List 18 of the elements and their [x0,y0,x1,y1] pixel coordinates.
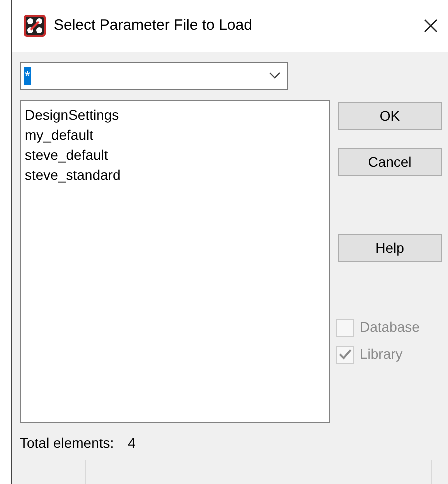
total-label: Total elements: [20,434,114,453]
filter-dropdown[interactable]: * [20,62,288,90]
total-value: 4 [128,434,136,453]
window-title: Select Parameter File to Load [54,16,252,36]
dialog-button[interactable]: Help [338,234,442,262]
chevron-down-icon [269,72,281,80]
checkmark-icon [338,349,352,360]
dialog-button[interactable]: Cancel [338,148,442,176]
file-list-item[interactable]: my_default [21,125,98,145]
file-list-item[interactable]: steve_standard [21,165,125,185]
dialog-button[interactable]: OK [338,102,442,130]
file-list-item[interactable]: steve_default [21,145,112,165]
checkbox-label: Database [360,318,420,337]
file-list-item[interactable]: DesignSettings [21,105,124,125]
filter-value: * [24,67,32,85]
close-icon [424,19,438,33]
app-logo-icon [24,15,46,37]
checkbox-label: Library [360,345,403,364]
